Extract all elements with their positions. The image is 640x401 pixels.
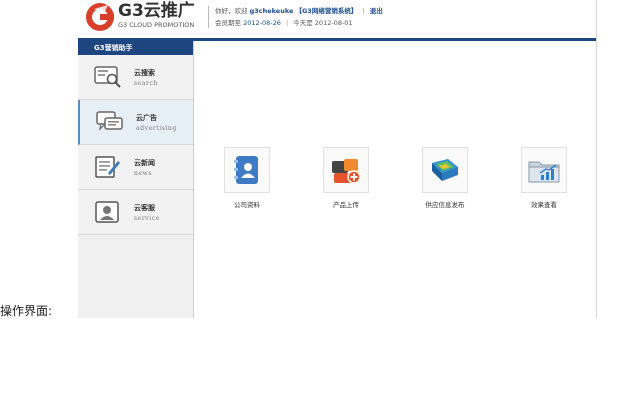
sidebar-item-search[interactable]: 云搜索 search [78, 55, 193, 100]
tile-company-info[interactable]: 公司资料 [212, 147, 282, 209]
sidebar-item-label: 云新闻 [134, 159, 155, 167]
tile-icon-box [521, 147, 567, 193]
chat-bubbles-icon [96, 111, 123, 131]
main-panel: 公司资料 产品上传 供应信息发布 效果查看 [194, 41, 596, 318]
tile-icon-box [323, 147, 369, 193]
logout-link[interactable]: 退出 [370, 7, 383, 15]
tile-label: 供应信息发布 [425, 201, 465, 209]
news-edit-icon [95, 156, 120, 178]
product-upload-icon [332, 159, 361, 184]
tile-product-upload[interactable]: 产品上传 [311, 147, 381, 209]
greeting-text: 你好，欢迎 [215, 7, 248, 15]
today-label: 今天是 [293, 19, 313, 27]
page-caption: 操作界面: [0, 304, 53, 318]
date-line: 会员期至 2012-08-26 | 今天是 2012-08-01 [215, 19, 353, 28]
customer-service-icon [95, 201, 119, 223]
welcome-line: 你好，欢迎 g3chekeuke 【G3网络营销系统】 | 退出 [215, 7, 383, 16]
tile-icon-box [224, 147, 270, 193]
tile-effect-view[interactable]: 效果查看 [509, 147, 579, 209]
system-name: 【G3网络营销系统】 [295, 7, 358, 15]
app-window: G3云推广 G3 CLOUD PROMOTION 你好，欢迎 g3chekeuk… [78, 0, 597, 318]
sidebar-item-news[interactable]: 云新闻 news [78, 145, 193, 190]
username: g3chekeuke [249, 7, 294, 15]
sidebar: G3营销助手 云搜索 search 云广告 advertising 云新闻 ne… [78, 41, 194, 318]
tile-icon-box [422, 147, 468, 193]
header-divider [208, 6, 209, 28]
logo-subtitle: G3 CLOUD PROMOTION [118, 21, 195, 29]
separator: | [362, 7, 365, 15]
sidebar-item-label: 云客服 [134, 204, 155, 212]
address-book-icon [234, 156, 258, 184]
tile-supply-info[interactable]: 供应信息发布 [410, 147, 480, 209]
sidebar-item-sub: news [134, 170, 153, 177]
sidebar-item-advertising[interactable]: 云广告 advertising [78, 100, 193, 145]
header: G3云推广 G3 CLOUD PROMOTION 你好，欢迎 g3chekeuk… [78, 0, 596, 38]
g3-logo-icon [86, 3, 114, 31]
sidebar-item-label: 云广告 [136, 114, 157, 122]
logo-title: G3云推广 [118, 1, 195, 21]
sidebar-item-sub: advertising [136, 125, 177, 132]
tile-label: 效果查看 [531, 201, 557, 209]
supply-info-book-icon [432, 159, 458, 181]
sidebar-item-sub: service [134, 215, 160, 222]
separator: | [285, 19, 289, 27]
tile-label: 产品上传 [333, 201, 359, 209]
sidebar-item-service[interactable]: 云客服 service [78, 190, 193, 235]
sidebar-item-sub: search [134, 80, 158, 87]
logo: G3云推广 G3 CLOUD PROMOTION [84, 1, 214, 35]
sidebar-item-label: 云搜索 [134, 69, 155, 77]
tile-label: 公司资料 [234, 201, 260, 209]
sidebar-title: G3营销助手 [78, 41, 193, 55]
search-computer-icon [94, 66, 121, 88]
member-label: 会员期至 [215, 19, 241, 27]
folder-chart-icon [528, 161, 560, 183]
member-date: 2012-08-26 [243, 19, 281, 27]
today-date: 2012-08-01 [314, 19, 353, 27]
